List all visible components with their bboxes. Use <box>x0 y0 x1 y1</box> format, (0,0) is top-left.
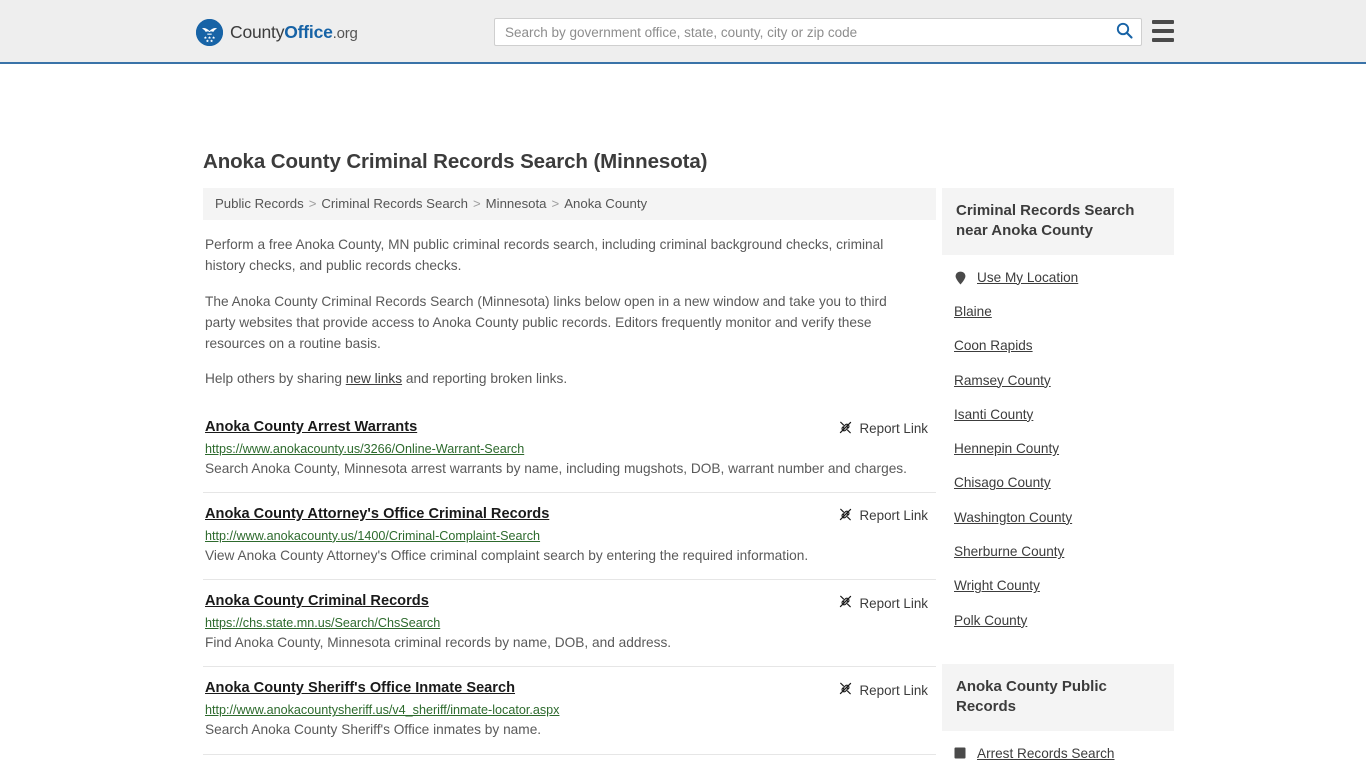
breadcrumb-item-minnesota[interactable]: Minnesota <box>486 196 547 211</box>
intro-p3-after: and reporting broken links. <box>402 371 568 387</box>
result-description: Search Anoka County Sheriff's Office inm… <box>205 722 542 738</box>
map-pin-icon <box>954 271 968 285</box>
page-title: Anoka County Criminal Records Search (Mi… <box>203 150 708 173</box>
list-item: Arrest Records Search <box>942 737 1174 768</box>
search-input[interactable] <box>495 19 1107 45</box>
breadcrumb-separator: > <box>551 196 560 211</box>
result-item: Anoka County Attorney's Office Criminal … <box>203 491 936 579</box>
panel-public-records-heading: Anoka County Public Records <box>942 664 1174 731</box>
search-bar <box>494 18 1142 46</box>
sidebar-item-blaine[interactable]: Blaine <box>942 295 1174 329</box>
sidebar-item-label: Use My Location <box>977 269 1079 285</box>
report-link-label: Report Link <box>859 508 928 524</box>
panel-public-records: Anoka County Public Records Arrest Recor… <box>942 664 1174 768</box>
sidebar-item-sherburne-county[interactable]: Sherburne County <box>942 535 1174 569</box>
list-item: Polk County <box>942 604 1174 638</box>
sidebar-item-use-my-location[interactable]: Use My Location <box>942 261 1174 295</box>
list-item: Hennepin County <box>942 432 1174 466</box>
sidebar-item-isanti-county[interactable]: Isanti County <box>942 398 1174 432</box>
broken-link-icon <box>838 594 853 612</box>
broken-link-icon <box>838 420 853 438</box>
list-item: Isanti County <box>942 398 1174 432</box>
result-url[interactable]: https://www.anokacounty.us/3266/Online-W… <box>205 442 936 456</box>
intro-p3-before: Help others by sharing <box>205 371 346 387</box>
search-button[interactable] <box>1107 19 1141 45</box>
list-item: Wright County <box>942 569 1174 603</box>
logo-text-org: .org <box>332 25 358 42</box>
list-item: Washington County <box>942 501 1174 535</box>
results-list: Anoka County Arrest Warrants Report Link… <box>203 410 936 768</box>
logo-text-county: County <box>230 22 285 42</box>
sidebar-item-hennepin-county[interactable]: Hennepin County <box>942 432 1174 466</box>
intro-paragraph-3: Help others by sharing new links and rep… <box>205 368 905 389</box>
site-header: CountyOffice.org <box>0 0 1366 64</box>
list-item: Blaine <box>942 295 1174 329</box>
intro-paragraph-1: Perform a free Anoka County, MN public c… <box>205 237 884 274</box>
result-title-link[interactable]: Anoka County Attorney's Office Criminal … <box>205 506 549 522</box>
site-logo-text: CountyOffice.org <box>230 22 358 43</box>
site-logo[interactable]: CountyOffice.org <box>196 19 358 46</box>
report-link-button[interactable]: Report Link <box>838 681 928 699</box>
sidebar: Criminal Records Search near Anoka Count… <box>942 188 1174 768</box>
sidebar-item-polk-county[interactable]: Polk County <box>942 604 1174 638</box>
report-link-label: Report Link <box>859 595 928 611</box>
broken-link-icon <box>838 681 853 699</box>
report-link-label: Report Link <box>859 421 928 437</box>
list-item: Ramsey County <box>942 364 1174 398</box>
list-item: Chisago County <box>942 466 1174 500</box>
result-url[interactable]: http://www.anokacounty.us/1400/Criminal-… <box>205 529 936 543</box>
result-title-link[interactable]: Anoka County Criminal Records <box>205 593 429 609</box>
fingerprint-square-icon <box>954 747 968 761</box>
new-links-link[interactable]: new links <box>346 371 402 386</box>
menu-bar-1 <box>1152 20 1174 24</box>
breadcrumb-separator: > <box>472 196 481 211</box>
result-title-link[interactable]: Anoka County Arrest Warrants <box>205 419 417 435</box>
menu-bar-2 <box>1152 29 1174 33</box>
search-icon <box>1116 22 1133 42</box>
eagle-seal-icon <box>196 19 223 46</box>
main-column: Public Records > Criminal Records Search > M… <box>203 188 936 768</box>
panel-nearby-search: Criminal Records Search near Anoka Count… <box>942 188 1174 638</box>
result-item: Anoka County Sheriff's Office Website <box>203 753 936 768</box>
sidebar-item-coon-rapids[interactable]: Coon Rapids <box>942 329 1174 363</box>
list-item: Coon Rapids <box>942 329 1174 363</box>
result-description: View Anoka County Attorney's Office crim… <box>205 547 809 563</box>
result-item: Anoka County Sheriff's Office Inmate Sea… <box>203 666 936 753</box>
broken-link-icon <box>838 507 853 525</box>
content-layout: Public Records > Criminal Records Search > M… <box>0 188 1366 768</box>
result-description: Search Anoka County, Minnesota arrest wa… <box>205 460 907 476</box>
report-link-label: Report Link <box>859 682 928 698</box>
sidebar-item-washington-county[interactable]: Washington County <box>942 501 1174 535</box>
report-link-button[interactable]: Report Link <box>838 594 928 612</box>
result-item: Anoka County Criminal Records Report Lin… <box>203 579 936 666</box>
public-records-list: Arrest Records Search <box>942 731 1174 768</box>
nearby-list: Use My Location Blaine Coon Rapids Ramse… <box>942 255 1174 638</box>
sidebar-item-wright-county[interactable]: Wright County <box>942 569 1174 603</box>
result-url[interactable]: https://chs.state.mn.us/Search/ChsSearch <box>205 616 936 630</box>
panel-nearby-heading: Criminal Records Search near Anoka Count… <box>942 188 1174 255</box>
list-item: Use My Location <box>942 261 1174 295</box>
result-item: Anoka County Arrest Warrants Report Link… <box>203 410 936 492</box>
list-item: Sherburne County <box>942 535 1174 569</box>
result-title-link[interactable]: Anoka County Sheriff's Office Inmate Sea… <box>205 680 515 696</box>
breadcrumb: Public Records > Criminal Records Search > M… <box>203 188 936 221</box>
report-link-button[interactable]: Report Link <box>838 420 928 438</box>
sidebar-item-arrest-records-search[interactable]: Arrest Records Search <box>942 737 1174 768</box>
sidebar-item-ramsey-county[interactable]: Ramsey County <box>942 364 1174 398</box>
report-link-button[interactable]: Report Link <box>838 507 928 525</box>
menu-bar-3 <box>1152 38 1174 42</box>
sidebar-item-label: Arrest Records Search <box>977 745 1115 761</box>
result-url[interactable]: http://www.anokacountysheriff.us/v4_sher… <box>205 703 936 717</box>
breadcrumb-item-criminal-records-search[interactable]: Criminal Records Search <box>321 196 468 211</box>
intro-paragraph-2: The Anoka County Criminal Records Search… <box>205 293 887 352</box>
intro-section: Perform a free Anoka County, MN public c… <box>203 234 936 389</box>
breadcrumb-item-public-records[interactable]: Public Records <box>215 196 304 211</box>
breadcrumb-item-anoka-county[interactable]: Anoka County <box>564 196 647 211</box>
logo-text-office: Office <box>284 22 333 42</box>
hamburger-menu-icon[interactable] <box>1152 20 1174 42</box>
result-description: Find Anoka County, Minnesota criminal re… <box>205 635 672 651</box>
sidebar-item-chisago-county[interactable]: Chisago County <box>942 466 1174 500</box>
breadcrumb-separator: > <box>308 196 317 211</box>
